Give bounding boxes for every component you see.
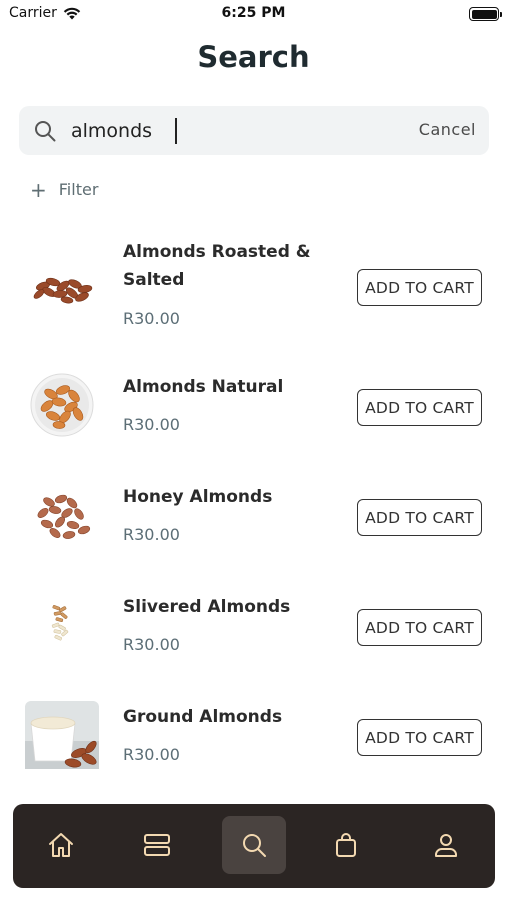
battery-icon	[469, 7, 502, 21]
product-price: R30.00	[123, 309, 180, 328]
search-bar[interactable]: Cancel	[19, 106, 489, 155]
text-cursor	[175, 118, 177, 144]
product-price: R30.00	[123, 745, 180, 764]
search-icon	[35, 121, 56, 142]
add-to-cart-button[interactable]: ADD TO CART	[357, 499, 482, 536]
add-to-cart-button[interactable]: ADD TO CART	[357, 719, 482, 756]
product-image-roasted-almonds	[33, 277, 93, 304]
product-name: Honey Almonds	[123, 487, 273, 507]
plus-icon: +	[30, 177, 47, 202]
product-image-slivered-almonds	[51, 605, 69, 641]
search-icon	[243, 834, 266, 857]
product-name: Almonds Natural	[123, 377, 284, 397]
product-price: R30.00	[123, 635, 180, 654]
nav-categories[interactable]	[125, 816, 189, 874]
product-price: R30.00	[123, 415, 180, 434]
nav-bag[interactable]	[314, 816, 378, 874]
nav-profile[interactable]	[414, 816, 478, 874]
bottom-nav	[13, 804, 495, 888]
add-to-cart-button[interactable]: ADD TO CART	[357, 609, 482, 646]
add-to-cart-button[interactable]: ADD TO CART	[357, 389, 482, 426]
product-name: Ground Almonds	[123, 707, 283, 727]
home-icon	[49, 833, 73, 857]
product-image-natural-almonds	[30, 373, 94, 437]
nav-search[interactable]	[222, 816, 286, 874]
page-title: Search	[197, 40, 310, 74]
nav-home[interactable]	[29, 816, 93, 874]
shopping-bag-icon	[336, 833, 356, 857]
filter-label: Filter	[58, 180, 99, 199]
categories-icon	[144, 834, 170, 856]
search-input[interactable]	[71, 116, 371, 146]
profile-icon	[435, 834, 457, 857]
product-name: Slivered Almonds	[123, 597, 291, 617]
add-to-cart-button[interactable]: ADD TO CART	[357, 269, 482, 306]
product-price: R30.00	[123, 525, 180, 544]
product-name: Almonds Roasted & Salted	[123, 242, 311, 290]
status-bar: Carrier 6:25 PM	[0, 0, 507, 28]
status-time: 6:25 PM	[221, 5, 286, 21]
filter-button[interactable]: + Filter	[30, 177, 99, 202]
product-image-ground-almonds	[25, 701, 99, 769]
cancel-button[interactable]: Cancel	[419, 120, 476, 139]
product-image-honey-almonds	[37, 494, 91, 539]
